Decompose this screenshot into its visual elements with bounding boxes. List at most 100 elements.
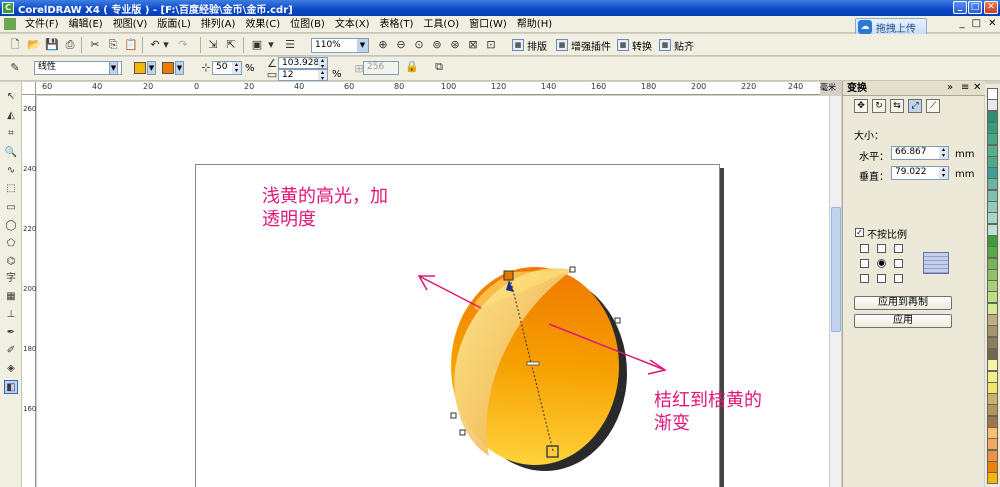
text-tool-icon[interactable]: 字 [4, 272, 18, 286]
menu-edit[interactable]: 编辑(E) [64, 17, 108, 32]
new-icon[interactable]: 🗋 [8, 38, 22, 52]
fill-type-dropdown-icon[interactable]: ▼ [109, 61, 118, 75]
palette-swatch[interactable] [987, 167, 998, 180]
menu-effects[interactable]: 效果(C) [240, 17, 285, 32]
proportional-checkbox[interactable]: ✓ [855, 228, 864, 237]
chevron-down-icon[interactable]: ▼ [357, 39, 368, 52]
app-launcher-icon[interactable]: ▣ [250, 38, 264, 52]
paste-icon[interactable]: 📋 [124, 38, 138, 52]
plugin-enhance[interactable]: ▦ 增强插件 [556, 37, 611, 53]
menu-help[interactable]: 帮助(H) [512, 17, 557, 32]
steps-field[interactable]: 256 [363, 61, 399, 75]
scroll-thumb[interactable] [831, 207, 841, 332]
zoom-width-icon[interactable]: ⊠ [466, 38, 480, 52]
edge-pad-field[interactable]: 12 ▴ ▾ [278, 69, 328, 82]
zoom-tool-icon[interactable]: 🔍 [4, 146, 18, 160]
polygon-tool-icon[interactable]: ⬠ [4, 237, 18, 251]
fill-tool-icon[interactable]: ◈ [4, 362, 18, 376]
palette-swatch[interactable] [987, 178, 998, 191]
skew-icon[interactable]: ⟋ [926, 99, 940, 113]
anchor-tr[interactable] [894, 244, 903, 253]
palette-swatch[interactable] [987, 438, 998, 451]
palette-swatch[interactable] [987, 347, 998, 360]
zoom-all-icon[interactable]: ⊚ [430, 38, 444, 52]
interactive-fill-tool-icon[interactable]: ◧ [4, 380, 18, 394]
height-field[interactable]: 79.022 ▴ ▾ [891, 166, 949, 180]
palette-swatch[interactable] [987, 336, 998, 349]
palette-swatch[interactable] [987, 121, 998, 134]
anchor-ml[interactable] [860, 259, 869, 268]
anchor-mr[interactable] [894, 259, 903, 268]
import-icon[interactable]: ⇲ [206, 38, 220, 52]
palette-swatch[interactable] [987, 155, 998, 168]
palette-swatch[interactable] [987, 449, 998, 462]
gradient-midpoint-handle[interactable] [526, 361, 540, 366]
eyedropper-tool-icon[interactable]: ✒ [4, 326, 18, 340]
crop-tool-icon[interactable]: ⌗ [4, 127, 18, 141]
minimize-button[interactable]: _ [953, 1, 967, 14]
palette-swatch[interactable] [987, 234, 998, 247]
size-icon[interactable]: ⤢ [908, 99, 922, 113]
fill-color-2-dropdown-icon[interactable]: ▼ [175, 61, 184, 75]
scale-mirror-icon[interactable]: ⇆ [890, 99, 904, 113]
palette-swatch[interactable] [987, 460, 998, 473]
copy-icon[interactable]: ⎘ [106, 38, 120, 52]
anchor-tl[interactable] [860, 244, 869, 253]
node-handle[interactable] [450, 412, 457, 419]
docker-menu-icon[interactable]: ≡ [961, 82, 969, 93]
docker-collapse-icon[interactable]: » [947, 82, 953, 93]
drawing-canvas[interactable]: 浅黄的高光，加 透明度 桔红到桔黄的 渐变 [37, 96, 829, 487]
palette-swatch[interactable] [987, 88, 998, 100]
undo-icon[interactable]: ↶ [148, 38, 162, 52]
palette-swatch[interactable] [987, 359, 998, 372]
menu-text[interactable]: 文本(X) [330, 17, 375, 32]
menu-arrange[interactable]: 排列(A) [196, 17, 241, 32]
anchor-center[interactable]: ● [877, 259, 886, 268]
palette-swatch[interactable] [987, 280, 998, 293]
zoom-select[interactable]: 110% ▼ [311, 38, 369, 53]
palette-swatch[interactable] [987, 314, 998, 326]
palette-swatch[interactable] [987, 268, 998, 281]
palette-swatch[interactable] [987, 246, 998, 259]
shape-tool-icon[interactable]: ◭ [4, 109, 18, 123]
palette-swatch[interactable] [987, 110, 998, 123]
close-button[interactable]: ✕ [984, 1, 998, 14]
anchor-bl[interactable] [860, 274, 869, 283]
node-handle[interactable] [459, 429, 466, 436]
fill-color-1-dropdown-icon[interactable]: ▼ [147, 61, 156, 75]
palette-swatch[interactable] [987, 189, 998, 202]
horizontal-ruler[interactable]: 60 40 20 0 20 40 60 80 100 120 140 160 1… [36, 82, 820, 95]
vertical-scrollbar[interactable] [829, 96, 841, 487]
palette-swatch[interactable] [987, 302, 998, 315]
fill-color-1-swatch[interactable] [134, 62, 146, 74]
plugin-convert[interactable]: ▦ 转换 [617, 37, 652, 53]
apply-button[interactable]: 应用 [854, 314, 952, 328]
palette-swatch[interactable] [987, 144, 998, 157]
smart-fill-tool-icon[interactable]: ⬚ [4, 182, 18, 196]
menu-layout[interactable]: 版面(L) [152, 17, 195, 32]
edge-pad-spinner-icon[interactable]: ▴ ▾ [318, 70, 327, 82]
save-icon[interactable]: 💾 [45, 38, 59, 52]
palette-swatch[interactable] [987, 325, 998, 338]
export-icon[interactable]: ⇱ [224, 38, 238, 52]
dimension-tool-icon[interactable]: ⊥ [4, 308, 18, 322]
options-icon[interactable]: ☰ [283, 38, 297, 52]
print-icon[interactable]: ⎙ [63, 38, 77, 52]
vertical-ruler[interactable]: 260 240 220 200 180 160 [22, 95, 36, 487]
apply-to-duplicate-button[interactable]: 应用到再制 [854, 296, 952, 310]
midpoint-field[interactable]: 50 ▴ ▾ [212, 61, 242, 75]
docker-close-icon[interactable]: ✕ [973, 82, 981, 93]
zoom-in-icon[interactable]: ⊕ [376, 38, 390, 52]
palette-swatch[interactable] [987, 381, 998, 394]
menu-tools[interactable]: 工具(O) [418, 17, 464, 32]
palette-swatch[interactable] [987, 370, 998, 383]
gradient-start-handle[interactable] [503, 270, 514, 281]
menu-table[interactable]: 表格(T) [375, 17, 419, 32]
palette-swatch[interactable] [987, 291, 998, 304]
launcher-dropdown-icon[interactable]: ▾ [267, 38, 275, 52]
ellipse-tool-icon[interactable]: ◯ [4, 219, 18, 233]
document-icon[interactable] [4, 18, 16, 30]
rectangle-tool-icon[interactable]: ▭ [4, 201, 18, 215]
fill-color-2-swatch[interactable] [162, 62, 174, 74]
palette-swatch[interactable] [987, 257, 998, 270]
